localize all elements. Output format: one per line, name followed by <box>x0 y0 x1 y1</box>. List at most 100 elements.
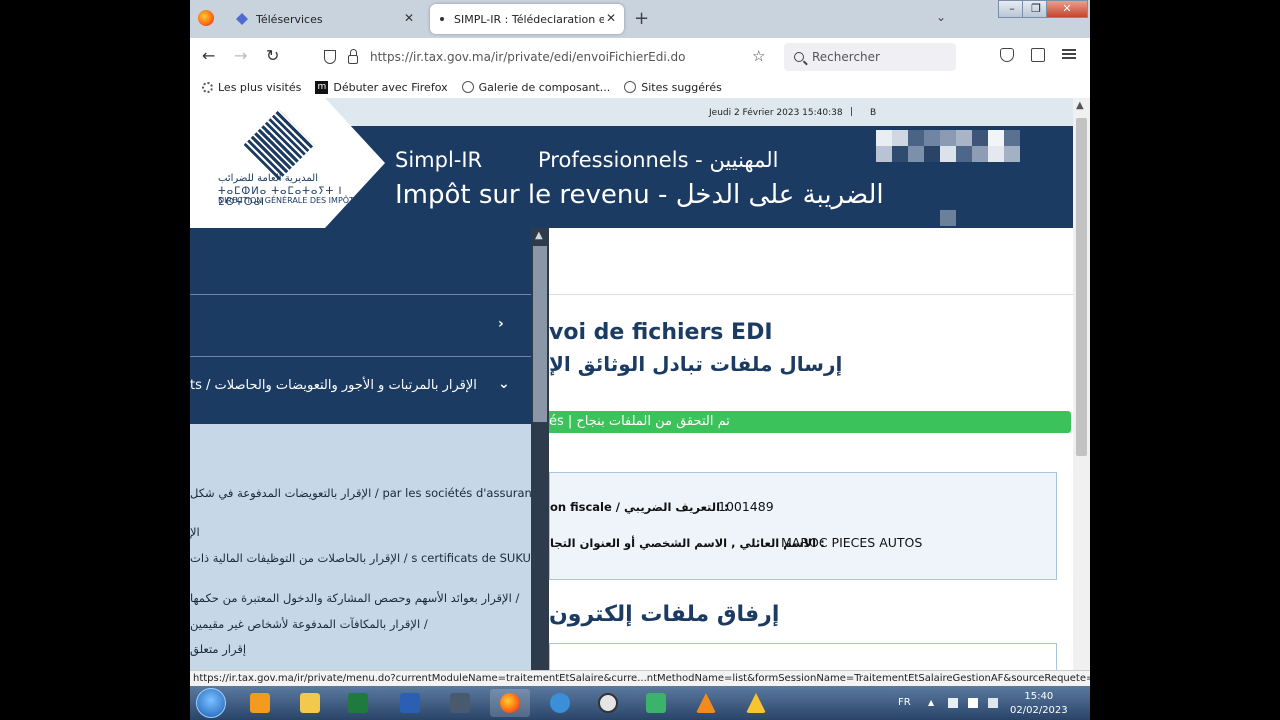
redaction-pixel <box>988 146 1004 162</box>
globe-icon <box>624 81 637 93</box>
menu-icon[interactable] <box>1062 49 1076 59</box>
redaction-pixel <box>1004 130 1020 146</box>
bookmark-label: Les plus visités <box>218 80 302 94</box>
url-text[interactable]: https://ir.tax.gov.ma/ir/private/edi/env… <box>370 50 685 64</box>
page-scrollbar[interactable]: ▲ <box>1073 98 1090 670</box>
logo-french-text: DIRECTION GÉNÉRALE DES IMPÔTS <box>218 196 360 205</box>
new-tab-icon[interactable]: + <box>634 8 649 29</box>
redaction-pixel <box>924 130 940 146</box>
chevron-down-icon[interactable]: ⌄ <box>498 376 510 392</box>
taskbar-vlc[interactable] <box>686 689 726 717</box>
logo-arabic-text: المديرية العامة للضرائب <box>218 173 318 184</box>
menu-item-related[interactable]: إقرار متعلق <box>190 642 246 656</box>
taskbar-clock-app[interactable] <box>588 689 628 717</box>
taskbar-media-player[interactable] <box>240 689 280 717</box>
menu-item-dividends[interactable]: الإقرار بعوائد الأسهم وحصص المشاركة والد… <box>190 591 519 605</box>
redaction-pixel <box>876 130 892 146</box>
start-button[interactable] <box>196 688 226 718</box>
taskbar-explorer[interactable] <box>290 689 330 717</box>
menu-item-non-residents[interactable]: الإقرار بالمكافآت المدفوعة لأشخاص غير مق… <box>190 617 428 631</box>
menu-divider <box>190 356 531 357</box>
tray-expand-icon[interactable]: ▲ <box>928 698 938 708</box>
separator: | <box>850 107 854 117</box>
tab-label: SIMPL-IR : Télédeclaration et Té... <box>454 12 604 26</box>
redaction-pixel <box>892 146 908 162</box>
scroll-up-icon[interactable]: ▲ <box>1076 100 1084 111</box>
close-tab-icon[interactable]: ✕ <box>404 11 414 25</box>
navigation-bar: ← → ↻ https://ir.tax.gov.ma/ir/private/e… <box>190 38 1090 76</box>
taskbar-excel[interactable] <box>338 689 378 717</box>
redaction-pixel <box>972 130 988 146</box>
tax-id-value: 1001489 <box>718 499 774 514</box>
flag-icon[interactable] <box>968 698 978 708</box>
shield-icon[interactable] <box>324 50 336 64</box>
taskbar-word[interactable] <box>390 689 430 717</box>
menu-item-insurance[interactable]: الإقرار بالتعويضات المدفوعة في شكل / par… <box>190 486 531 500</box>
site-subtitle: Impôt sur le revenu - الضريبة على الدخل <box>395 180 884 210</box>
current-date: Jeudi 2 Février 2023 15:40:38 <box>709 108 843 118</box>
status-link-url: https://ir.tax.gov.ma/ir/private/menu.do… <box>190 670 1090 686</box>
taskbar-clock[interactable]: 15:40 02/02/2023 <box>1010 690 1068 718</box>
network-icon[interactable] <box>948 698 958 708</box>
pocket-icon[interactable] <box>1000 48 1014 62</box>
search-input[interactable]: Rechercher <box>784 43 956 71</box>
bookmark-most-visited[interactable]: Les plus visités <box>202 81 301 94</box>
chevron-right-icon[interactable]: › <box>498 316 504 332</box>
globe-icon <box>550 693 570 713</box>
page-title: voi de fichiers EDI <box>549 320 773 345</box>
menu-section-salaries[interactable]: ts / الإقرار بالمرتبات و الأجور والتعويض… <box>190 378 477 393</box>
menu-item-sukuk[interactable]: الإقرار بالحاصلات من التوظيفات المالية ذ… <box>190 551 531 565</box>
language-indicator[interactable]: FR <box>898 697 911 708</box>
firefox-icon[interactable] <box>198 10 214 26</box>
extensions-icon[interactable] <box>1031 48 1045 62</box>
bookmark-suggested-sites[interactable]: Sites suggérés <box>624 81 722 94</box>
success-banner: és | تم التحقق من الملفات بنجاح <box>549 411 1071 433</box>
taskbar-computer[interactable] <box>440 689 480 717</box>
reload-icon[interactable]: ↻ <box>266 46 279 65</box>
redaction-pixel <box>956 146 972 162</box>
clock-time: 15:40 <box>1024 691 1054 702</box>
forward-arrow-icon[interactable]: → <box>234 46 247 65</box>
close-window-button[interactable]: ✕ <box>1046 0 1088 18</box>
redaction-pixel <box>876 146 892 162</box>
taskbar-tax-app[interactable] <box>636 689 676 717</box>
volume-icon[interactable] <box>988 698 998 708</box>
url-bar[interactable]: https://ir.tax.gov.ma/ir/private/edi/env… <box>324 43 776 71</box>
redaction-pixel <box>972 146 988 162</box>
windows-taskbar: FR ▲ 15:40 02/02/2023 <box>190 686 1090 720</box>
menu-item-truncated[interactable]: الإ <box>190 525 200 539</box>
warning-icon <box>746 693 766 713</box>
tax-id-label: on fiscale / التعريف الضريبي : <box>550 500 729 514</box>
user-name: B <box>870 108 877 118</box>
tab-loading-icon <box>440 17 444 21</box>
scrollbar-thumb[interactable] <box>533 246 547 422</box>
space-label: Professionnels - المهنيين <box>538 148 779 172</box>
scroll-up-icon[interactable]: ▲ <box>535 230 543 241</box>
tab-simpl-ir[interactable]: SIMPL-IR : Télédeclaration et Té... ✕ <box>430 4 624 34</box>
folder-icon <box>300 693 320 713</box>
scrollbar-thumb[interactable] <box>1076 118 1087 456</box>
attach-files-title: إرفاق ملفات إلكترون <box>549 602 780 627</box>
taskbar-firefox[interactable] <box>490 689 530 717</box>
bookmark-star-icon[interactable]: ☆ <box>752 47 765 65</box>
tab-teleservices[interactable]: Téléservices ✕ <box>226 4 422 34</box>
bookmark-getting-started[interactable]: m Débuter avec Firefox <box>315 80 448 94</box>
vlc-icon <box>696 693 716 713</box>
side-menu-scrollbar[interactable]: ▲ <box>531 228 549 670</box>
menu-divider <box>190 294 531 295</box>
globe-icon <box>461 81 474 93</box>
close-tab-icon[interactable]: ✕ <box>606 11 616 25</box>
chevron-down-icon[interactable]: ⌄ <box>936 10 946 24</box>
back-arrow-icon[interactable]: ← <box>202 46 215 65</box>
redaction-pixel <box>940 210 956 226</box>
lock-icon[interactable] <box>348 48 358 64</box>
bookmark-gallery[interactable]: Galerie de composant... <box>461 81 610 94</box>
bookmark-label: Débuter avec Firefox <box>333 80 448 94</box>
redaction-pixel <box>924 146 940 162</box>
taskbar-globe-app[interactable] <box>540 689 580 717</box>
redaction-pixel <box>940 146 956 162</box>
taskbar-warning-app[interactable] <box>736 689 776 717</box>
page-title-arabic: إرسال ملفات تبادل الوثائق الإ <box>549 352 843 376</box>
bookmark-label: Sites suggérés <box>641 80 722 94</box>
dgi-logo-icon <box>243 109 315 181</box>
